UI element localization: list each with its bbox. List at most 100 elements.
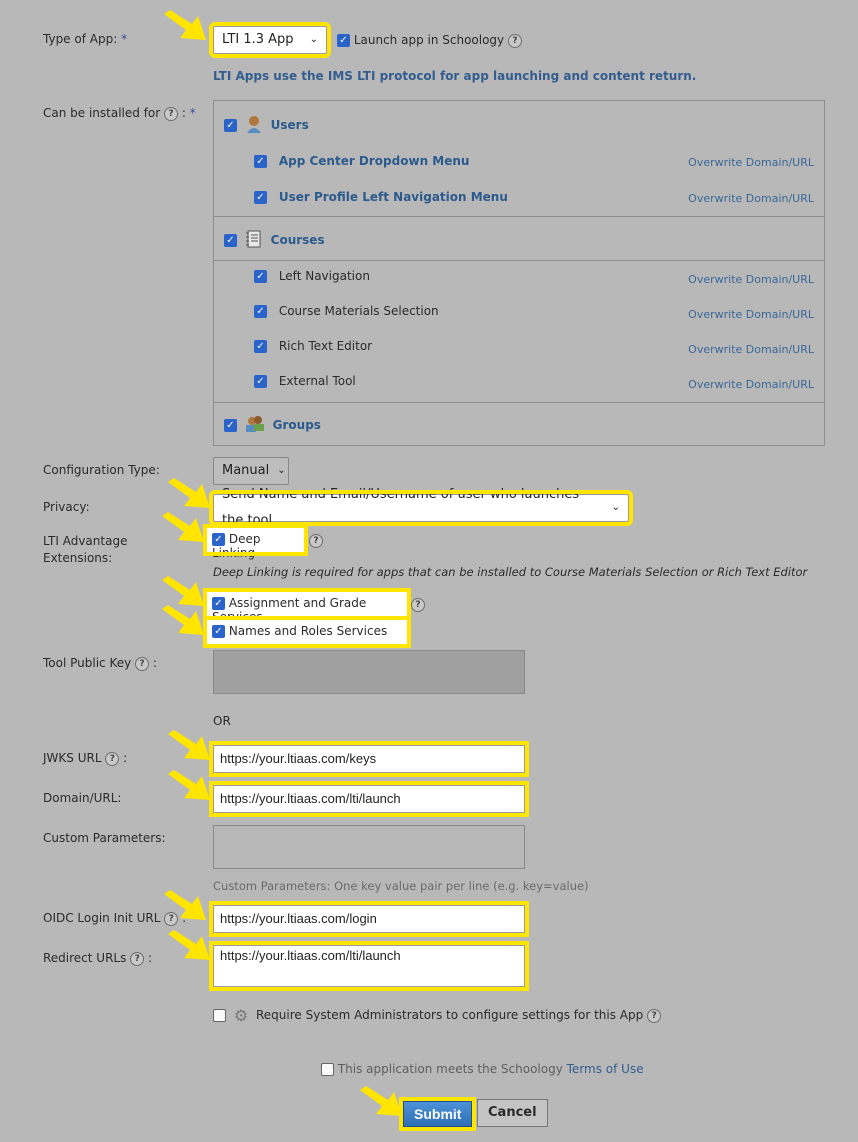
item-label: Left Navigation <box>278 269 370 283</box>
divider <box>214 260 824 261</box>
help-icon[interactable]: ? <box>164 106 179 121</box>
configuration-type-select[interactable]: Manual ⌄ <box>213 457 289 485</box>
list-item[interactable]: ✓ External Tool <box>254 374 356 388</box>
group-users[interactable]: ✓ Users <box>224 114 309 137</box>
groups-checkbox[interactable]: ✓ <box>224 419 237 432</box>
checkbox[interactable]: ✓ <box>254 305 267 318</box>
checkbox[interactable]: ✓ <box>254 340 267 353</box>
nrps-checkbox[interactable]: ✓ <box>212 625 225 638</box>
annotation-arrow <box>162 10 208 42</box>
annotation-arrow <box>358 1086 404 1118</box>
type-of-app-select[interactable]: LTI 1.3 App ⌄ <box>209 22 331 58</box>
custom-parameters-hint: Custom Parameters: One key value pair pe… <box>213 879 589 893</box>
domain-url-label: Domain/URL: <box>43 791 122 805</box>
deep-linking-checkbox[interactable]: ✓ <box>212 533 225 546</box>
chevron-down-icon: ⌄ <box>277 465 286 476</box>
tool-public-key-textarea[interactable] <box>213 650 525 694</box>
checkbox[interactable]: ✓ <box>254 191 267 204</box>
nrps-label: Names and Roles Services <box>228 624 388 638</box>
tool-public-key-label: Tool Public Key ? : <box>43 656 157 671</box>
launch-in-schoology-label: Launch app in Schoology <box>353 33 505 47</box>
redirect-urls-label: Redirect URLs ? : <box>43 951 153 966</box>
help-icon[interactable]: ? <box>130 951 145 966</box>
overwrite-domain-link[interactable]: Overwrite Domain/URL <box>688 378 814 391</box>
user-icon <box>245 114 263 137</box>
overwrite-domain-link[interactable]: Overwrite Domain/URL <box>688 192 814 205</box>
courses-checkbox[interactable]: ✓ <box>224 234 237 247</box>
help-icon[interactable]: ? <box>507 33 522 48</box>
lti-apps-hint: LTI Apps use the IMS LTI protocol for ap… <box>213 69 697 83</box>
group-icon <box>245 415 265 436</box>
annotation-arrow <box>166 930 212 962</box>
list-item[interactable]: ✓ Course Materials Selection <box>254 304 439 318</box>
ags-checkbox[interactable]: ✓ <box>212 597 225 610</box>
divider <box>214 216 824 217</box>
redirect-urls-textarea[interactable]: https://your.ltiaas.com/lti/launch <box>209 941 529 991</box>
help-icon[interactable]: ? <box>647 1008 662 1023</box>
item-label: User Profile Left Navigation Menu <box>278 190 508 204</box>
custom-parameters-label: Custom Parameters: <box>43 831 166 845</box>
cancel-button[interactable]: Cancel <box>477 1099 548 1127</box>
checkbox[interactable]: ✓ <box>254 375 267 388</box>
privacy-label: Privacy: <box>43 500 90 514</box>
annotation-arrow <box>166 770 212 802</box>
overwrite-domain-link[interactable]: Overwrite Domain/URL <box>688 156 814 169</box>
annotation-arrow <box>166 478 212 510</box>
or-separator: OR <box>213 714 231 728</box>
annotation-arrow <box>160 576 206 608</box>
privacy-select[interactable]: Send Name and Email/Username of user who… <box>209 487 633 528</box>
nrps-option[interactable]: ✓ Names and Roles Services <box>203 616 411 648</box>
require-admin-option[interactable]: ✓ ⚙ Require System Administrators to con… <box>213 1006 662 1025</box>
oidc-login-input[interactable]: https://your.ltiaas.com/login <box>209 901 529 937</box>
launch-in-schoology-option[interactable]: ✓ Launch app in Schoology ? <box>337 33 522 48</box>
deep-linking-option[interactable]: ✓ Deep Linking <box>203 524 308 560</box>
users-checkbox[interactable]: ✓ <box>224 119 237 132</box>
list-item[interactable]: ✓ Left Navigation <box>254 269 370 283</box>
overwrite-domain-link[interactable]: Overwrite Domain/URL <box>688 343 814 356</box>
gear-icon: ⚙ <box>233 1006 249 1025</box>
annotation-arrow <box>162 890 208 922</box>
group-courses-label: Courses <box>270 233 325 247</box>
launch-in-schoology-checkbox[interactable]: ✓ <box>337 34 350 47</box>
terms-option[interactable]: ✓ This application meets the Schoology T… <box>321 1062 644 1076</box>
help-icon[interactable]: ? <box>411 598 425 612</box>
list-item[interactable]: ✓ Rich Text Editor <box>254 339 372 353</box>
custom-parameters-textarea[interactable] <box>213 825 525 869</box>
list-item[interactable]: ✓ App Center Dropdown Menu <box>254 154 469 168</box>
group-users-label: Users <box>270 118 309 132</box>
jwks-url-label: JWKS URL ? : <box>43 751 128 766</box>
help-icon[interactable]: ? <box>135 656 150 671</box>
group-groups[interactable]: ✓ Groups <box>224 415 321 436</box>
terms-checkbox[interactable]: ✓ <box>321 1063 334 1076</box>
overwrite-domain-link[interactable]: Overwrite Domain/URL <box>688 273 814 286</box>
help-icon[interactable]: ? <box>309 534 323 548</box>
notebook-icon <box>245 230 263 251</box>
domain-url-input[interactable]: https://your.ltiaas.com/lti/launch <box>209 781 529 817</box>
item-label: Rich Text Editor <box>278 339 373 353</box>
chevron-down-icon: ⌄ <box>309 34 318 45</box>
jwks-url-input[interactable]: https://your.ltiaas.com/keys <box>209 741 529 777</box>
terms-of-use-link[interactable]: Terms of Use <box>567 1062 644 1076</box>
checkbox[interactable]: ✓ <box>254 155 267 168</box>
terms-label: This application meets the Schoology <box>337 1062 563 1076</box>
group-groups-label: Groups <box>272 418 321 432</box>
require-admin-label: Require System Administrators to configu… <box>256 1008 644 1022</box>
annotation-arrow <box>160 512 206 544</box>
type-of-app-label: Type of App: * <box>43 32 128 46</box>
overwrite-domain-link[interactable]: Overwrite Domain/URL <box>688 308 814 321</box>
require-admin-checkbox[interactable]: ✓ <box>213 1009 226 1022</box>
divider <box>214 402 824 403</box>
item-label: External Tool <box>278 374 356 388</box>
checkbox[interactable]: ✓ <box>254 270 267 283</box>
submit-button[interactable]: Submit <box>398 1097 477 1131</box>
annotation-arrow <box>160 605 206 637</box>
ags-option[interactable]: ✓ Assignment and Grade Services <box>203 588 411 624</box>
installed-for-panel: ✓ Users ✓ App Center Dropdown Menu Overw… <box>213 100 825 446</box>
item-label: Course Materials Selection <box>278 304 439 318</box>
help-icon[interactable]: ? <box>105 751 120 766</box>
lti-advantage-label: LTI Advantage Extensions: <box>43 534 128 565</box>
chevron-down-icon: ⌄ <box>611 502 620 513</box>
group-courses[interactable]: ✓ Courses <box>224 230 325 251</box>
list-item[interactable]: ✓ User Profile Left Navigation Menu <box>254 190 508 204</box>
deep-linking-note: Deep Linking is required for apps that c… <box>213 565 808 579</box>
